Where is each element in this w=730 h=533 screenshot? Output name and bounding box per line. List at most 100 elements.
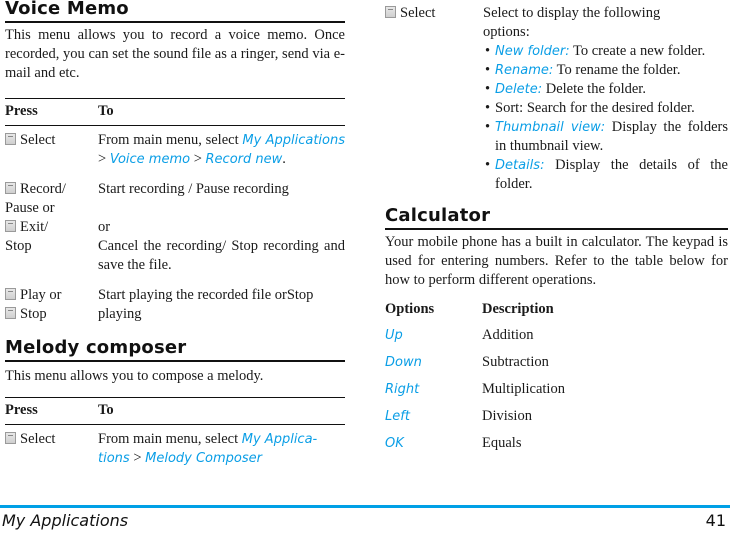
- option-label[interactable]: Delete:: [495, 82, 542, 97]
- calculator-intro: Your mobile phone has a built in calcula…: [385, 234, 728, 288]
- press-label: Stop: [5, 238, 32, 254]
- table-row: Right Multiplication: [385, 376, 728, 403]
- table-row: Left Division: [385, 403, 728, 430]
- option-label[interactable]: Rename:: [495, 63, 553, 78]
- option-left: Left: [385, 409, 410, 424]
- press-label: Record/: [20, 181, 66, 197]
- separator: >: [98, 151, 110, 167]
- options-list: New folder: To create a new folder. Rena…: [483, 42, 728, 194]
- to-cell: Start playing the recorded file orStop p…: [98, 287, 314, 322]
- softkey-icon: [5, 133, 16, 145]
- link-record-new[interactable]: Record new: [206, 152, 283, 167]
- header-to: To: [98, 397, 345, 425]
- to-cell: From main menu, select My Applications >…: [98, 126, 345, 176]
- press-label: Pause or: [5, 200, 55, 216]
- option-text: To create a new folder.: [569, 43, 706, 59]
- option-down: Down: [385, 355, 422, 370]
- header-press: Press: [5, 397, 98, 425]
- period: .: [282, 151, 286, 167]
- to-text: Start recording / Pause recording: [98, 181, 289, 197]
- table-row: Select Select to display the following o…: [385, 4, 728, 194]
- press-label: Select: [20, 431, 56, 447]
- table-header-row: Press To: [5, 397, 345, 425]
- page-number: 41: [705, 511, 726, 530]
- table-row: OK Equals: [385, 430, 728, 457]
- link-my-applications[interactable]: My Applications: [242, 133, 345, 148]
- press-label: Play or: [20, 287, 62, 303]
- calculator-table: Options Description Up Addition Down Sub…: [385, 296, 728, 457]
- voice-memo-intro: This menu allows you to record a voice m…: [5, 27, 345, 81]
- table-row: Play or Stop Start playing the recorded …: [5, 281, 345, 330]
- right-column: Select Select to display the following o…: [385, 0, 728, 457]
- option-text: To rename the folder.: [553, 62, 681, 78]
- left-column: Voice Memo This menu allows you to recor…: [5, 0, 345, 474]
- option-text: Delete the folder.: [542, 81, 646, 97]
- header-press: Press: [5, 98, 98, 126]
- option-delete: Delete: Delete the folder.: [483, 80, 728, 99]
- description-cell: Addition: [482, 327, 534, 343]
- table-row: Select From main menu, select My Applica…: [5, 425, 345, 475]
- footer-section-title: My Applications: [2, 511, 129, 530]
- description-cell: Equals: [482, 435, 522, 451]
- options-intro: Select to display the following options:: [483, 5, 661, 40]
- option-label[interactable]: Thumbnail view:: [495, 120, 605, 135]
- press-cell: Select: [385, 4, 483, 194]
- option-right: Right: [385, 382, 420, 397]
- voice-memo-section: Voice Memo This menu allows you to recor…: [5, 0, 345, 330]
- table-header-row: Press To: [5, 98, 345, 126]
- option-label[interactable]: Details:: [495, 158, 544, 173]
- separator: >: [129, 450, 146, 466]
- calculator-heading: Calculator: [385, 206, 728, 230]
- link-voice-memo[interactable]: Voice memo: [110, 152, 190, 167]
- table-row: Up Addition: [385, 322, 728, 349]
- to-text: From main menu, select: [98, 132, 243, 148]
- melody-composer-intro: This menu allows you to compose a melody…: [5, 368, 264, 384]
- press-label: Select: [400, 5, 436, 21]
- softkey-icon: [5, 307, 16, 319]
- voice-memo-heading: Voice Memo: [5, 0, 345, 23]
- softkey-icon: [5, 432, 16, 444]
- calculator-section: Calculator Your mobile phone has a built…: [385, 206, 728, 457]
- header-description: Description: [482, 301, 554, 317]
- softkey-icon: [5, 182, 16, 194]
- table-row: Down Subtraction: [385, 349, 728, 376]
- option-rename: Rename: To rename the folder.: [483, 61, 728, 80]
- header-options: Options: [385, 301, 435, 317]
- option-label[interactable]: New folder:: [495, 44, 570, 59]
- to-text: From main menu, select: [98, 431, 242, 447]
- header-to: To: [98, 98, 345, 126]
- description-cell: Division: [482, 408, 532, 424]
- softkey-icon: [5, 288, 16, 300]
- option-new-folder: New folder: To create a new folder.: [483, 42, 728, 61]
- softkey-icon: [5, 220, 16, 232]
- table-row: Select From main menu, select My Applica…: [5, 126, 345, 176]
- voice-memo-table: Press To Select From main menu, select M…: [5, 98, 345, 330]
- press-cell: Select: [5, 425, 98, 475]
- table-header-row: Options Description: [385, 296, 728, 322]
- table-row: Record/ Pause or Exit/ Stop Start record…: [5, 175, 345, 281]
- description-cell: Subtraction: [482, 354, 549, 370]
- press-cell: Record/ Pause or Exit/ Stop: [5, 175, 98, 281]
- to-text: Cancel the recording/ Stop recording and…: [98, 238, 345, 273]
- option-details: Details: Display the details of the fold…: [483, 156, 728, 194]
- options-cell: Select to display the following options:…: [483, 4, 728, 194]
- melody-composer-section: Melody composer This menu allows you to …: [5, 338, 345, 474]
- to-cell: From main menu, select My Applica-tions …: [98, 425, 345, 475]
- press-label: Exit/: [20, 219, 49, 235]
- option-ok: OK: [385, 436, 404, 451]
- description-cell: Multiplication: [482, 381, 565, 397]
- press-cell: Select: [5, 126, 98, 176]
- melody-composer-heading: Melody composer: [5, 338, 345, 362]
- press-label: Select: [20, 132, 56, 148]
- press-cell: Play or Stop: [5, 281, 98, 330]
- link-melody-composer[interactable]: Melody Composer: [145, 451, 262, 466]
- footer-divider: [0, 505, 730, 508]
- separator: >: [190, 151, 206, 167]
- to-cell: Start recording / Pause recording or Can…: [98, 175, 345, 281]
- option-sort: Sort: Search for the desired folder.: [483, 99, 728, 118]
- melody-composer-table: Press To Select From main menu, select M…: [5, 397, 345, 474]
- press-label: Stop: [20, 306, 47, 322]
- option-up: Up: [385, 328, 403, 343]
- to-text: or: [98, 219, 111, 235]
- option-thumbnail-view: Thumbnail view: Display the folders in t…: [483, 118, 728, 156]
